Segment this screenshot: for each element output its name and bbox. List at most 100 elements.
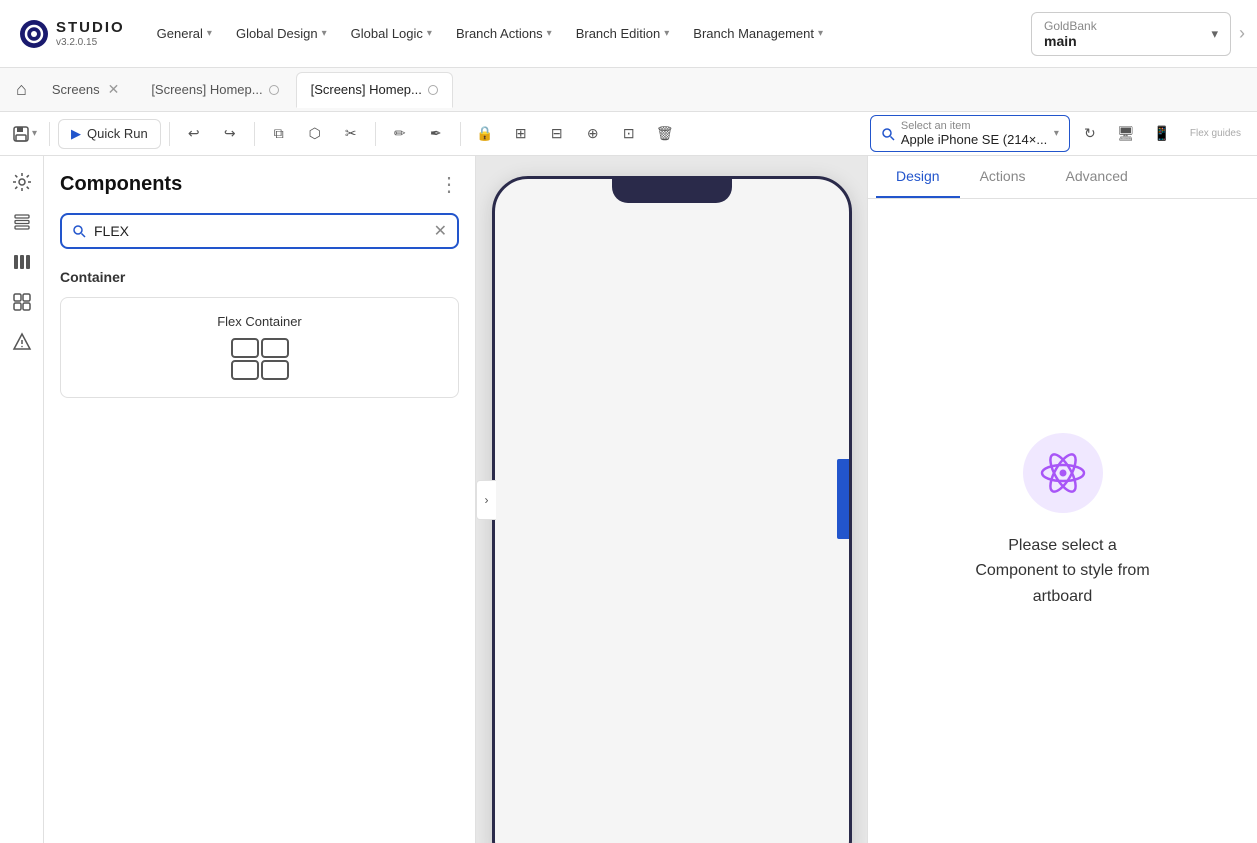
group-button[interactable]: ⊞ xyxy=(505,118,537,150)
search-icon xyxy=(881,127,895,141)
components-panel: Components ⋮ ✕ Container Flex Container xyxy=(44,156,476,843)
device-value: Apple iPhone SE (214×... xyxy=(901,132,1047,147)
nav-item-global-design[interactable]: Global Design ▾ xyxy=(226,20,337,47)
branch-name: main xyxy=(1044,33,1205,49)
bank-name: GoldBank xyxy=(1044,19,1205,33)
tab-bar: ⌂ Screens ✕ [Screens] Homep... [Screens]… xyxy=(0,68,1257,112)
collapse-panel-button[interactable]: › xyxy=(476,480,496,520)
sidebar-icon-library[interactable] xyxy=(4,244,40,280)
pencil-button[interactable]: ✒ xyxy=(420,118,452,150)
chevron-down-icon: ▾ xyxy=(427,28,432,39)
save-icon xyxy=(12,125,30,143)
tab-screens-home-1[interactable]: [Screens] Homep... xyxy=(136,72,293,108)
phone-frame xyxy=(492,176,852,843)
branch-selector[interactable]: GoldBank main ▾ xyxy=(1031,12,1231,56)
components-menu-icon[interactable]: ⋮ xyxy=(439,172,459,197)
sidebar-icon-layers[interactable] xyxy=(4,204,40,240)
chevron-down-icon: ▾ xyxy=(547,28,552,39)
search-clear-button[interactable]: ✕ xyxy=(434,221,447,241)
sidebar-icon-settings[interactable] xyxy=(4,164,40,200)
flex-guides-label: Flex guides xyxy=(1190,128,1241,139)
right-tab-bar: Design Actions Advanced xyxy=(868,156,1257,199)
tab-home-icon[interactable]: ⌂ xyxy=(8,79,35,100)
tab-advanced[interactable]: Advanced xyxy=(1046,156,1148,198)
chevron-down-icon: ▾ xyxy=(322,28,327,39)
flex-guides-button[interactable]: Flex guides xyxy=(1182,124,1249,143)
flex-container-label: Flex Container xyxy=(217,314,302,329)
search-icon xyxy=(72,224,86,238)
library-icon xyxy=(12,252,32,272)
canvas-area: › xyxy=(476,156,867,843)
right-panel: Design Actions Advanced Please select a … xyxy=(867,156,1257,843)
top-navigation: STUDIO v3.2.0.15 General ▾ Global Design… xyxy=(0,0,1257,68)
nav-item-branch-edition[interactable]: Branch Edition ▾ xyxy=(566,20,680,47)
device-select-label: Select an item xyxy=(901,120,1047,132)
nav-item-global-logic[interactable]: Global Logic ▾ xyxy=(341,20,442,47)
phone-side-bar xyxy=(837,459,849,539)
search-box: ✕ xyxy=(60,213,459,249)
tab-status-circle xyxy=(428,85,438,95)
sidebar-icon-components[interactable] xyxy=(4,284,40,320)
toolbar: ▾ ▶ Quick Run ↩ ↪ ⧉ ⬡ ✂ ✏ ✒ 🔒 ⊞ ⊟ ⊕ ⊡ 🗑 … xyxy=(0,112,1257,156)
tab-actions[interactable]: Actions xyxy=(960,156,1046,198)
desktop-button[interactable]: 🖥 xyxy=(1110,118,1142,150)
divider xyxy=(254,122,255,146)
logo-studio: STUDIO xyxy=(56,19,125,37)
container-section: Container Flex Container xyxy=(60,269,459,398)
tab-status-circle xyxy=(269,85,279,95)
tab-design[interactable]: Design xyxy=(876,156,960,198)
section-title-container: Container xyxy=(60,269,459,285)
components-icon xyxy=(12,292,32,312)
logo-version: v3.2.0.15 xyxy=(56,37,125,49)
chevron-down-icon: ▾ xyxy=(664,28,669,39)
tab-screens[interactable]: Screens ✕ xyxy=(37,72,134,108)
sidebar-icon-warning[interactable] xyxy=(4,324,40,360)
refresh-button[interactable]: ↻ xyxy=(1074,118,1106,150)
react-icon xyxy=(1039,449,1087,497)
placeholder-text: Please select a Component to style from … xyxy=(975,533,1149,610)
divider xyxy=(49,122,50,146)
lock-button[interactable]: 🔒 xyxy=(469,118,501,150)
chevron-down-icon: ▾ xyxy=(207,28,212,39)
ungroup-button[interactable]: ⊟ xyxy=(541,118,573,150)
delete-button[interactable]: 🗑 xyxy=(649,118,681,150)
device-chevron-icon: ▾ xyxy=(1054,128,1059,139)
copy-button[interactable]: ⧉ xyxy=(263,118,295,150)
branch-info: GoldBank main xyxy=(1044,19,1205,49)
chevron-down-icon: ▾ xyxy=(818,28,823,39)
edit-button[interactable]: ✏ xyxy=(384,118,416,150)
logo-text: STUDIO v3.2.0.15 xyxy=(56,19,125,49)
logo-icon xyxy=(18,18,50,50)
nav-item-branch-actions[interactable]: Branch Actions ▾ xyxy=(446,20,562,47)
layout-button[interactable]: ⊡ xyxy=(613,118,645,150)
add-button[interactable]: ⊕ xyxy=(577,118,609,150)
nav-item-general[interactable]: General ▾ xyxy=(147,20,222,47)
tab-screens-home-2[interactable]: [Screens] Homep... xyxy=(296,72,453,108)
app-logo: STUDIO v3.2.0.15 xyxy=(8,18,135,50)
undo-button[interactable]: ↩ xyxy=(178,118,210,150)
settings-icon xyxy=(12,172,32,192)
flex-container-card[interactable]: Flex Container xyxy=(60,297,459,398)
mobile-button[interactable]: 📱 xyxy=(1146,118,1178,150)
play-icon: ▶ xyxy=(71,126,81,142)
right-content: Please select a Component to style from … xyxy=(868,199,1257,843)
components-header: Components ⋮ xyxy=(60,172,459,197)
main-layout: Components ⋮ ✕ Container Flex Container xyxy=(0,156,1257,843)
divider xyxy=(375,122,376,146)
quick-run-button[interactable]: ▶ Quick Run xyxy=(58,119,161,149)
react-icon-container xyxy=(1023,433,1103,513)
layers-icon xyxy=(12,212,32,232)
save-button[interactable]: ▾ xyxy=(8,118,41,150)
tab-close-icon[interactable]: ✕ xyxy=(108,81,120,98)
redo-button[interactable]: ↪ xyxy=(214,118,246,150)
nav-arrow-right-icon: › xyxy=(1235,23,1249,44)
divider xyxy=(169,122,170,146)
paste-button[interactable]: ⬡ xyxy=(299,118,331,150)
divider xyxy=(460,122,461,146)
cut-button[interactable]: ✂ xyxy=(335,118,367,150)
left-sidebar xyxy=(0,156,44,843)
nav-item-branch-management[interactable]: Branch Management ▾ xyxy=(683,20,833,47)
device-selector[interactable]: Select an item Apple iPhone SE (214×... … xyxy=(870,115,1070,152)
chevron-down-icon: ▾ xyxy=(32,128,37,139)
search-input[interactable] xyxy=(94,223,426,239)
